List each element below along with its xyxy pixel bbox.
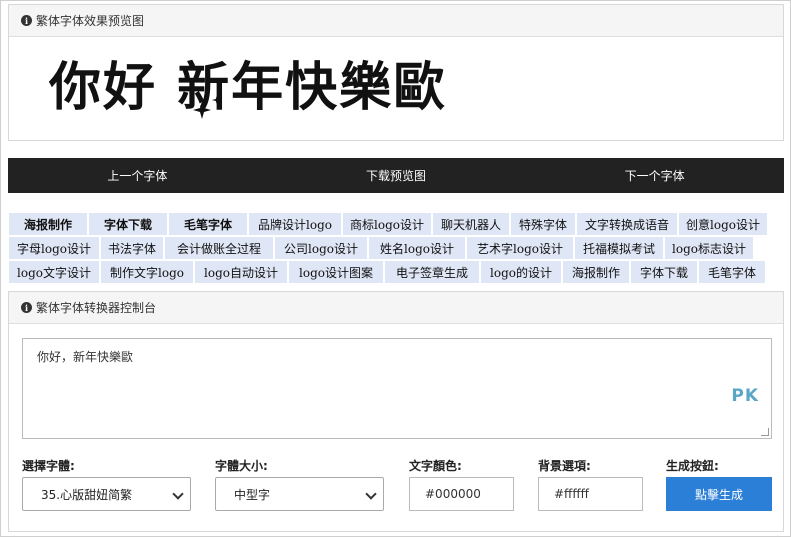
tag-link[interactable]: 海报制作 xyxy=(563,261,629,283)
generate-label: 生成按鈕: xyxy=(666,459,719,473)
tag-link[interactable]: 字体下载 xyxy=(631,261,697,283)
tag-link[interactable]: 电子签章生成 xyxy=(385,261,479,283)
font-select-value: 35.心版甜妞简繁 xyxy=(41,487,133,502)
tag-link[interactable]: 毛笔字体 xyxy=(169,213,247,235)
generate-button[interactable]: 點擊生成 xyxy=(666,477,772,511)
tag-row: 字母logo设计 书法字体 会计做账全过程 公司logo设计 姓名logo设计 艺术字lo… xyxy=(8,236,784,260)
tag-link[interactable]: 制作文字logo xyxy=(101,261,193,283)
tag-link[interactable]: 聊天机器人 xyxy=(433,213,509,235)
size-select[interactable]: 中型字 xyxy=(215,477,384,511)
tag-row: 海报制作 字体下载 毛笔字体 品牌设计logo 商标logo设计 聊天机器人 特殊字体 文字转… xyxy=(8,212,784,236)
preview-panel-title: 繁体字体效果预览图 xyxy=(36,14,145,28)
font-navbar: 上一个字体 下载预览图 下一个字体 xyxy=(8,158,784,193)
font-select-label: 選擇字體: xyxy=(22,459,75,473)
tag-link[interactable]: 特殊字体 xyxy=(511,213,575,235)
sparkle-icon xyxy=(193,95,222,119)
tag-link[interactable]: logo的设计 xyxy=(481,261,561,283)
chevron-down-icon xyxy=(365,488,377,500)
tag-link[interactable]: 姓名logo设计 xyxy=(369,237,465,259)
text-input-area: PK xyxy=(22,338,772,439)
pk-watermark: PK xyxy=(731,386,759,406)
tag-link[interactable]: 托福模拟考试 xyxy=(575,237,663,259)
tag-link[interactable]: 商标logo设计 xyxy=(343,213,431,235)
preview-panel: i 繁体字体效果预览图 你好 新年快樂歐 xyxy=(8,4,784,141)
preview-image: 你好 新年快樂歐 xyxy=(9,37,783,140)
converter-console-panel: i 繁体字体转换器控制台 PK 選擇字體: 35.心版甜妞简繁 字體大小: 中型… xyxy=(8,291,784,532)
size-select-label: 字體大小: xyxy=(215,459,268,473)
tag-links: 海报制作 字体下载 毛笔字体 品牌设计logo 商标logo设计 聊天机器人 特殊字体 文字转… xyxy=(8,212,784,284)
size-select-value: 中型字 xyxy=(234,487,271,502)
font-select[interactable]: 35.心版甜妞简繁 xyxy=(22,477,191,511)
prev-font-button[interactable]: 上一个字体 xyxy=(8,158,267,193)
text-color-input[interactable] xyxy=(409,477,514,511)
tag-link[interactable]: 文字转换成语音 xyxy=(577,213,677,235)
tag-link[interactable]: 字母logo设计 xyxy=(9,237,99,259)
tag-link[interactable]: 书法字体 xyxy=(101,237,163,259)
text-input[interactable] xyxy=(23,339,771,438)
bg-option-label: 背景選項: xyxy=(538,459,591,473)
tag-link[interactable]: logo标志设计 xyxy=(665,237,753,259)
tag-link[interactable]: logo文字设计 xyxy=(9,261,99,283)
text-color-label: 文字顏色: xyxy=(409,459,462,473)
tag-link[interactable]: logo自动设计 xyxy=(195,261,287,283)
tag-link[interactable]: 毛笔字体 xyxy=(699,261,765,283)
console-panel-title: 繁体字体转换器控制台 xyxy=(36,301,157,315)
preview-panel-header: i 繁体字体效果预览图 xyxy=(9,5,783,37)
chevron-down-icon xyxy=(172,488,184,500)
console-panel-header: i 繁体字体转换器控制台 xyxy=(9,292,783,324)
tag-link[interactable]: 艺术字logo设计 xyxy=(467,237,573,259)
info-icon: i xyxy=(21,302,32,313)
resize-handle-icon[interactable] xyxy=(761,428,769,436)
tag-link[interactable]: 海报制作 xyxy=(9,213,87,235)
preview-text: 你好 新年快樂歐 xyxy=(49,58,448,118)
next-font-button[interactable]: 下一个字体 xyxy=(525,158,784,193)
download-preview-button[interactable]: 下载预览图 xyxy=(267,158,526,193)
tag-row: logo文字设计 制作文字logo logo自动设计 logo设计图案 电子签章生成 lo… xyxy=(8,260,784,284)
info-icon: i xyxy=(21,15,32,26)
tag-link[interactable]: 会计做账全过程 xyxy=(165,237,273,259)
tag-link[interactable]: 公司logo设计 xyxy=(275,237,367,259)
tag-link[interactable]: 品牌设计logo xyxy=(249,213,341,235)
tag-link[interactable]: 字体下载 xyxy=(89,213,167,235)
bg-color-input[interactable] xyxy=(538,477,643,511)
tag-link[interactable]: logo设计图案 xyxy=(289,261,383,283)
tag-link[interactable]: 创意logo设计 xyxy=(679,213,767,235)
